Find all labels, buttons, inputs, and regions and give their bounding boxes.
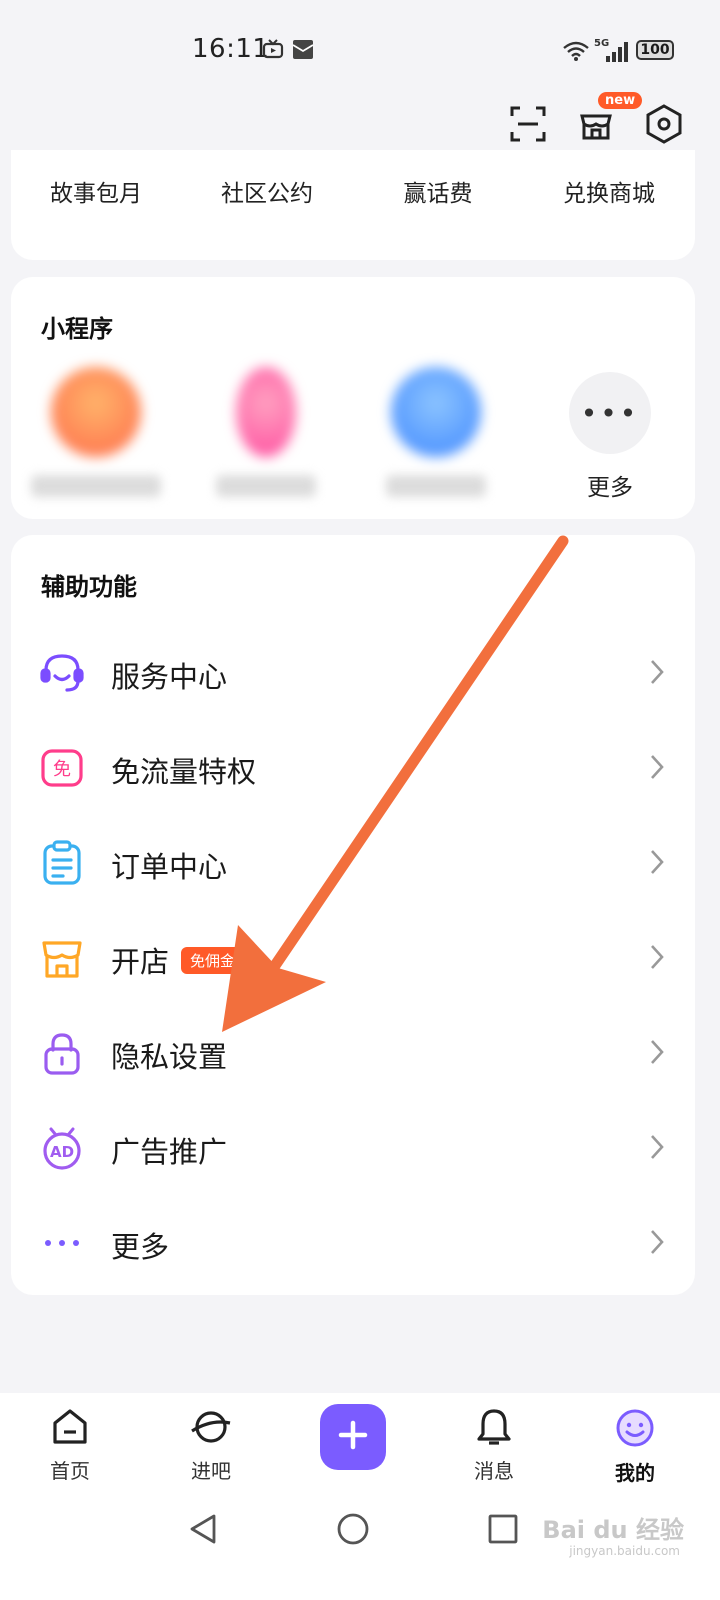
- nav-forum[interactable]: 进吧: [161, 1407, 261, 1484]
- bell-icon: [474, 1409, 514, 1451]
- nav-label: 进吧: [191, 1459, 231, 1483]
- plus-icon: [338, 1420, 368, 1454]
- back-triangle-icon[interactable]: [186, 1512, 220, 1550]
- nav-label: 首页: [50, 1459, 90, 1483]
- post-plus-button[interactable]: [320, 1404, 386, 1470]
- home-icon: [50, 1409, 90, 1451]
- annotation-arrow: [222, 535, 569, 1032]
- bottom-nav: 首页 进吧 消息 我的: [0, 1393, 720, 1513]
- nav-label: 消息: [474, 1459, 514, 1483]
- nav-label: 我的: [615, 1461, 655, 1485]
- planet-icon: [190, 1411, 232, 1451]
- watermark-sub: jingyan.baidu.com: [569, 1544, 680, 1558]
- smiley-icon: [614, 1409, 656, 1453]
- nav-home[interactable]: 首页: [20, 1407, 120, 1484]
- recents-square-icon[interactable]: [486, 1512, 520, 1550]
- nav-mine[interactable]: 我的: [585, 1407, 685, 1486]
- nav-messages[interactable]: 消息: [444, 1407, 544, 1484]
- watermark: Bai du 经验: [542, 1516, 684, 1544]
- home-circle-icon[interactable]: [336, 1512, 370, 1550]
